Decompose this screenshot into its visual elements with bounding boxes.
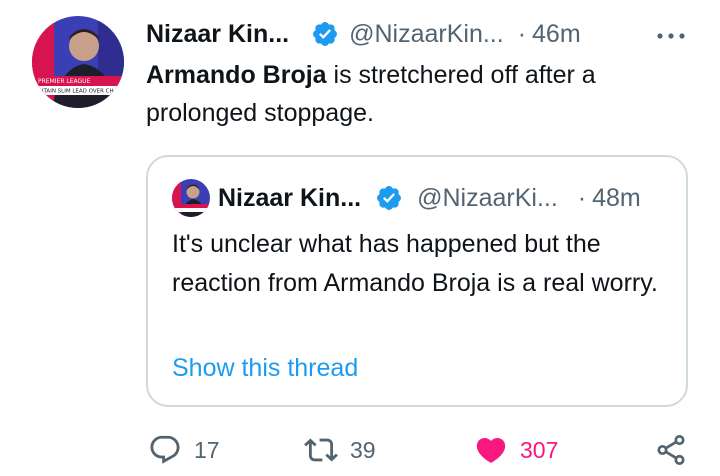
author-avatar-image: PREMIER LEAGUE AINTAIN SLIM LEAD OVER CH <box>32 16 124 108</box>
like-count: 307 <box>520 436 559 463</box>
heart-icon <box>474 433 508 467</box>
quoted-tweet-timestamp: 48m <box>592 183 641 212</box>
separator-dot: · <box>517 19 527 48</box>
more-options-icon[interactable] <box>654 24 688 44</box>
tweet-header: Nizaar Kin... @NizaarKin... · 46m <box>146 16 694 52</box>
author-handle[interactable]: @NizaarKin... <box>349 20 504 49</box>
avatar-banner-line-1: PREMIER LEAGUE <box>38 78 91 85</box>
share-button[interactable] <box>654 428 688 472</box>
quoted-tweet-card[interactable]: Nizaar Kin... @NizaarKi... · 48m It's un… <box>146 155 688 407</box>
tweet-text-bold: Armando Broja <box>146 61 327 89</box>
quoted-author-avatar <box>172 179 210 217</box>
retweet-button[interactable]: 39 <box>304 428 376 472</box>
retweet-icon <box>304 433 338 467</box>
verified-badge-icon <box>311 20 339 48</box>
reply-icon <box>148 433 182 467</box>
show-thread-link[interactable]: Show this thread <box>172 349 358 387</box>
quoted-tweet-header: Nizaar Kin... @NizaarKi... · 48m <box>218 181 678 215</box>
separator-dot: · <box>577 183 587 212</box>
tweet-action-bar: 17 39 307 <box>146 428 694 472</box>
quoted-author-handle: @NizaarKi... <box>417 183 558 212</box>
reply-count: 17 <box>194 436 220 463</box>
tweet-timestamp[interactable]: 46m <box>532 20 581 49</box>
quoted-tweet-text: It's unclear what has happened but the r… <box>172 230 658 297</box>
verified-badge-icon <box>375 184 403 212</box>
reply-button[interactable]: 17 <box>148 428 220 472</box>
tweet-text: Armando Broja is stretchered off after a… <box>146 56 686 132</box>
author-avatar[interactable]: PREMIER LEAGUE AINTAIN SLIM LEAD OVER CH <box>32 16 124 108</box>
share-icon <box>654 433 688 467</box>
avatar-banner-line-2: AINTAIN SLIM LEAD OVER CH <box>34 89 114 95</box>
author-name[interactable]: Nizaar Kin... <box>146 20 289 49</box>
retweet-count: 39 <box>350 436 376 463</box>
quoted-author-name: Nizaar Kin... <box>218 183 362 212</box>
like-button[interactable]: 307 <box>474 428 558 472</box>
